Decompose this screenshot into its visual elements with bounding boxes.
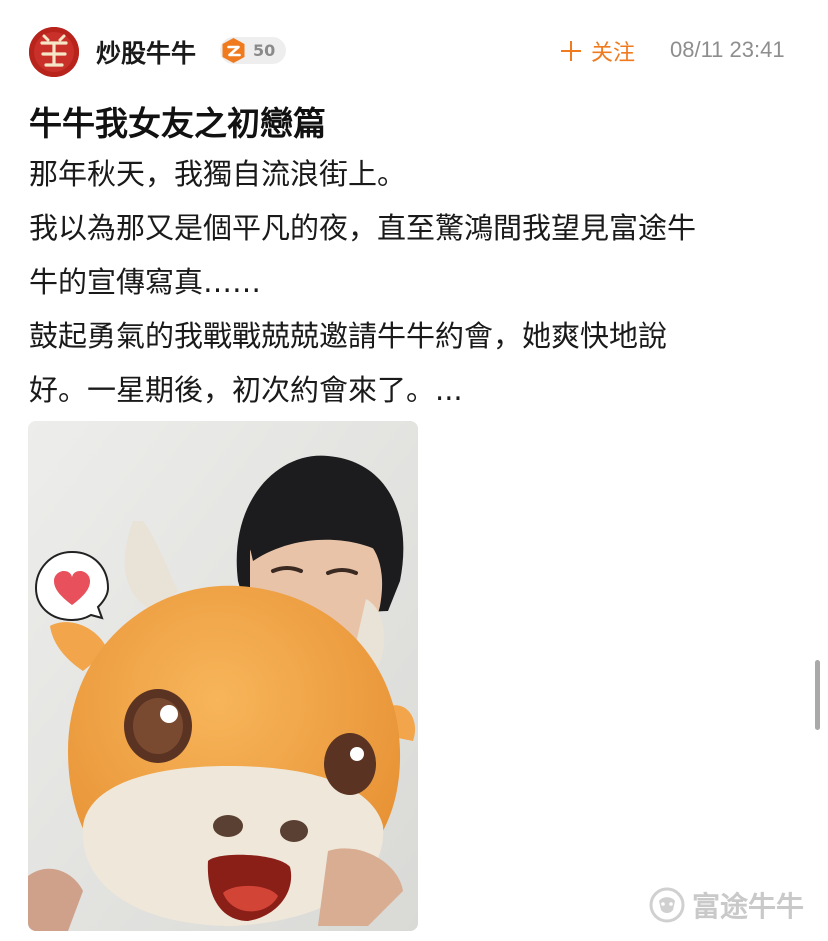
level-badge-icon	[222, 38, 245, 63]
body-line: 那年秋天，我獨自流浪街上。	[29, 157, 407, 191]
futu-logo-icon	[649, 887, 685, 923]
level-badge: 50	[220, 37, 286, 64]
body-line: 好。一星期後，初次約會來了。...	[29, 373, 463, 407]
follow-button[interactable]: 关注	[561, 35, 635, 67]
post-title: 牛牛我女友之初戀篇	[29, 104, 326, 143]
avatar[interactable]	[29, 27, 79, 77]
body-line: 我以為那又是個平凡的夜，直至驚鴻間我望見富途牛	[29, 211, 697, 245]
heart-speech-bubble-icon	[34, 550, 110, 622]
post-photo[interactable]	[28, 421, 418, 931]
body-line: 牛的宣傳寫真……	[29, 265, 262, 299]
post-body: 那年秋天，我獨自流浪街上。 我以為那又是個平凡的夜，直至驚鴻間我望見富途牛 牛的…	[29, 147, 799, 417]
level-number: 50	[253, 41, 276, 60]
body-line: 鼓起勇氣的我戰戰兢兢邀請牛牛約會，她爽快地說	[29, 319, 668, 353]
plus-icon	[561, 41, 581, 61]
follow-label: 关注	[591, 41, 636, 66]
username[interactable]: 炒股牛牛	[96, 34, 196, 70]
post-timestamp: 08/11 23:41	[670, 37, 785, 62]
scrollbar[interactable]	[815, 660, 820, 730]
avatar-icon	[29, 27, 79, 77]
post-header: 炒股牛牛 50 关注 08/11 23:41	[0, 0, 828, 100]
photo-illustration	[28, 421, 418, 931]
watermark: 富途牛牛	[648, 885, 804, 925]
watermark-text: 富途牛牛	[692, 890, 805, 923]
